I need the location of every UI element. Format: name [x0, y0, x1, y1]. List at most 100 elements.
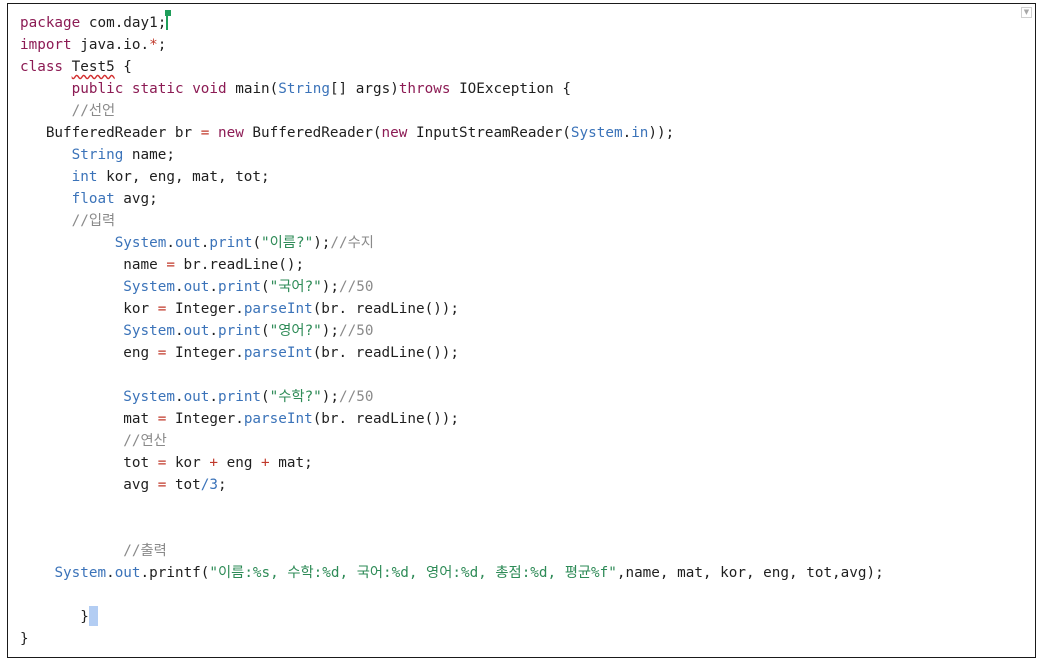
code-line[interactable]: }: [20, 606, 884, 628]
code-token: //50: [339, 389, 374, 405]
code-token: tot: [166, 477, 201, 493]
code-line[interactable]: import java.io.*;: [20, 34, 884, 56]
code-token: "국어?": [269, 279, 322, 295]
code-token: eng: [218, 455, 262, 471]
code-token: public: [71, 81, 124, 97]
code-line[interactable]: //연산: [20, 430, 884, 452]
code-token: //연산: [123, 433, 167, 449]
code-token: (br. readLine());: [312, 301, 460, 317]
code-line[interactable]: System.out.print("이름?");//수지: [20, 232, 884, 254]
code-token: /3: [200, 477, 218, 493]
code-token: ;: [157, 37, 167, 53]
code-token: print: [218, 323, 262, 339]
code-token: float: [71, 191, 115, 207]
code-token: parseInt: [243, 411, 313, 427]
code-line[interactable]: public static void main(String[] args)th…: [20, 78, 884, 100]
code-line[interactable]: }: [20, 628, 884, 650]
code-line[interactable]: System.out.printf("이름:%s, 수학:%d, 국어:%d, …: [20, 562, 884, 584]
code-token: Integer.: [166, 345, 244, 361]
code-line[interactable]: //선언: [20, 100, 884, 122]
code-token: static: [131, 81, 184, 97]
code-token: kor: [20, 301, 158, 317]
code-token: }: [20, 609, 89, 625]
code-token: print: [209, 235, 253, 251]
code-token: mat: [20, 411, 158, 427]
code-line[interactable]: [20, 518, 884, 540]
code-token: );: [313, 235, 331, 251]
code-token: (: [261, 389, 270, 405]
code-token: [] args): [329, 81, 399, 97]
code-line[interactable]: String name;: [20, 144, 884, 166]
code-line[interactable]: kor = Integer.parseInt(br. readLine());: [20, 298, 884, 320]
code-token: .: [622, 125, 632, 141]
scroll-down-arrow-icon[interactable]: ▼: [1021, 7, 1032, 18]
code-line[interactable]: float avg;: [20, 188, 884, 210]
code-token: );: [321, 389, 340, 405]
code-token: .: [209, 389, 218, 405]
code-token: class: [20, 59, 64, 75]
code-line[interactable]: System.out.print("국어?");//50: [20, 276, 884, 298]
code-token: System: [570, 125, 623, 141]
code-token: name;: [123, 147, 175, 163]
code-token: );: [321, 323, 340, 339]
code-token: out: [183, 279, 210, 295]
code-line[interactable]: class Test5 {: [20, 56, 884, 78]
code-token: out: [183, 323, 210, 339]
code-token: out: [114, 565, 141, 581]
code-line[interactable]: [20, 496, 884, 518]
code-line[interactable]: //출력: [20, 540, 884, 562]
code-token: System: [123, 279, 175, 295]
code-token: Test5: [71, 59, 115, 75]
code-line[interactable]: BufferedReader br = new BufferedReader(n…: [20, 122, 884, 144]
code-line[interactable]: package com.day1;: [20, 10, 884, 34]
code-token: .: [174, 279, 184, 295]
code-token: avg;: [114, 191, 158, 207]
code-token: InputStreamReader(: [407, 125, 571, 141]
code-area[interactable]: package com.day1; import java.io.*; class …: [20, 10, 884, 650]
code-token: ,name, mat, kor, eng, tot,avg);: [616, 565, 884, 581]
code-token: kor: [166, 455, 210, 471]
code-token: com.day1;: [80, 15, 167, 31]
code-token: eng: [20, 345, 158, 361]
code-line[interactable]: System.out.print("영어?");//50: [20, 320, 884, 342]
code-line[interactable]: [20, 584, 884, 606]
code-token: new: [381, 125, 408, 141]
code-token: ;: [218, 477, 227, 493]
code-token: name: [20, 257, 167, 273]
code-line[interactable]: avg = tot/3;: [20, 474, 884, 496]
code-token: ));: [648, 125, 675, 141]
code-line[interactable]: tot = kor + eng + mat;: [20, 452, 884, 474]
code-token: parseInt: [243, 301, 313, 317]
code-line[interactable]: name = br.readLine();: [20, 254, 884, 276]
code-line[interactable]: System.out.print("수학?");//50: [20, 386, 884, 408]
code-line[interactable]: eng = Integer.parseInt(br. readLine());: [20, 342, 884, 364]
code-token: in: [631, 125, 649, 141]
code-token: out: [183, 389, 210, 405]
code-token: "영어?": [269, 323, 322, 339]
code-line[interactable]: int kor, eng, mat, tot;: [20, 166, 884, 188]
code-token: Integer.: [166, 301, 244, 317]
code-token: "이름?": [261, 235, 314, 251]
code-token: .: [209, 323, 218, 339]
code-token: java.io.: [71, 37, 150, 53]
text-selection-cursor: [88, 606, 98, 626]
code-token: //입력: [71, 213, 116, 229]
code-line[interactable]: mat = Integer.parseInt(br. readLine());: [20, 408, 884, 430]
code-line[interactable]: //입력: [20, 210, 884, 232]
code-line[interactable]: [20, 364, 884, 386]
code-token: }: [20, 631, 29, 647]
code-token: mat;: [269, 455, 313, 471]
code-token: String: [71, 147, 124, 163]
code-editor[interactable]: ▼ package com.day1; import java.io.*; clas…: [7, 3, 1036, 658]
code-token: print: [218, 389, 262, 405]
code-token: (br. readLine());: [312, 345, 460, 361]
